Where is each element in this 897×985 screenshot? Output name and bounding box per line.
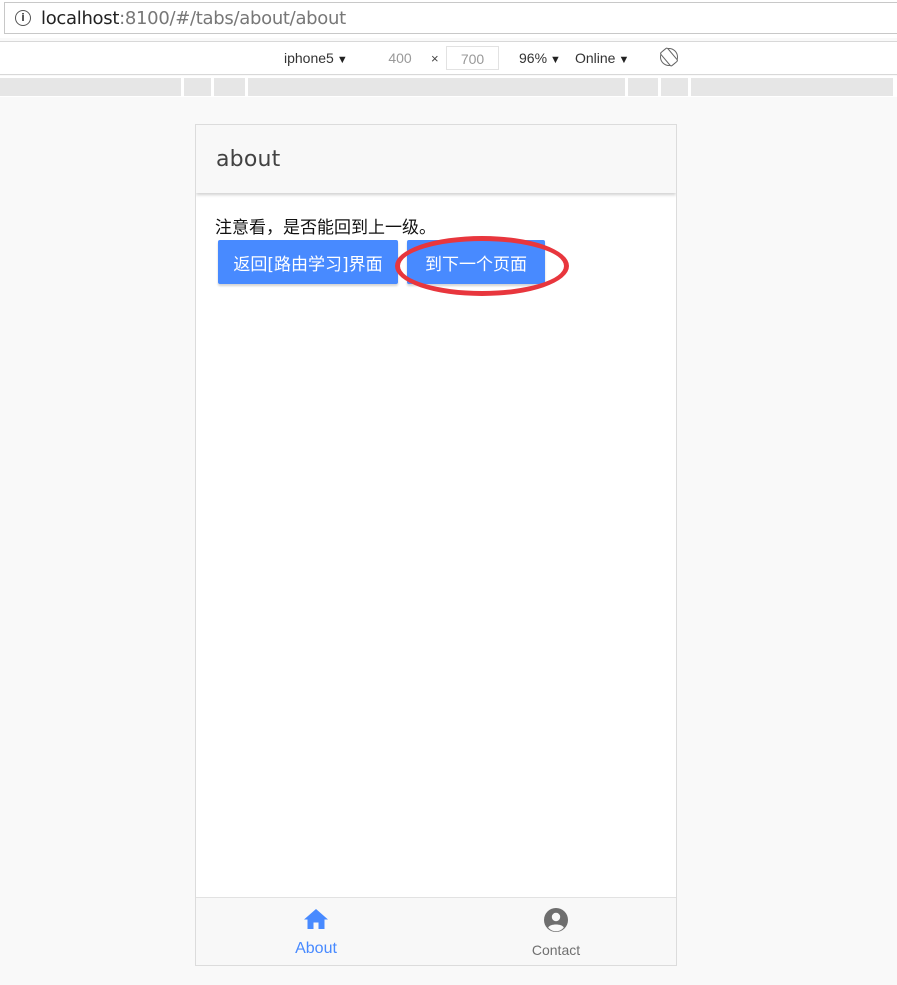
tab-about[interactable]: About: [196, 898, 436, 965]
tab-about-label: About: [295, 940, 337, 957]
ruler-segment[interactable]: [691, 78, 893, 96]
ruler-segment[interactable]: [661, 78, 688, 96]
chevron-down-icon: ▼: [336, 54, 348, 66]
network-select[interactable]: Online ▼: [575, 49, 629, 69]
ruler-segment[interactable]: [184, 78, 211, 96]
url-text[interactable]: localhost:8100/#/tabs/about/about: [41, 8, 346, 30]
device-viewport: about 注意看，是否能回到上一级。 返回[路由学习]界面 到下一个页面 Ab…: [195, 124, 677, 966]
info-icon[interactable]: i: [15, 10, 31, 26]
device-toolbar: iphone5 ▼ 400 × 700 96% ▼ Online ▼: [0, 41, 897, 75]
network-label: Online: [575, 50, 616, 66]
chevron-down-icon: ▼: [550, 54, 561, 66]
ruler-segment[interactable]: [0, 78, 181, 96]
device-select[interactable]: iphone5 ▼: [284, 49, 348, 69]
app-toolbar: about: [196, 125, 676, 193]
page-content: 注意看，是否能回到上一级。 返回[路由学习]界面 到下一个页面: [196, 195, 676, 895]
next-page-button[interactable]: 到下一个页面: [407, 240, 545, 284]
back-to-routing-button[interactable]: 返回[路由学习]界面: [218, 240, 398, 284]
ruler-segment[interactable]: [214, 78, 245, 96]
width-input[interactable]: 400: [375, 46, 425, 70]
home-icon: [304, 909, 328, 929]
person-circle-icon: [544, 908, 568, 932]
zoom-label: 96%: [519, 50, 548, 66]
dimension-separator: ×: [431, 51, 439, 66]
zoom-select[interactable]: 96% ▼: [519, 49, 561, 69]
tab-contact-label: Contact: [531, 942, 581, 958]
media-query-ruler: [0, 76, 897, 97]
height-input[interactable]: 700: [446, 46, 499, 70]
hint-text: 注意看，是否能回到上一级。: [215, 218, 436, 238]
tab-bar: About Contact: [196, 897, 676, 965]
url-field[interactable]: i localhost:8100/#/tabs/about/about: [4, 2, 897, 34]
browser-address-bar: i localhost:8100/#/tabs/about/about: [0, 0, 897, 38]
chevron-down-icon: ▼: [618, 54, 630, 66]
device-label: iphone5: [284, 50, 334, 66]
tab-contact[interactable]: Contact: [436, 898, 676, 965]
page-title: about: [216, 147, 281, 172]
url-host: localhost: [41, 8, 120, 29]
ruler-segment[interactable]: [628, 78, 658, 96]
ruler-segment[interactable]: [248, 78, 625, 96]
rotate-icon[interactable]: [660, 48, 678, 66]
url-path: :8100/#/tabs/about/about: [119, 8, 346, 29]
